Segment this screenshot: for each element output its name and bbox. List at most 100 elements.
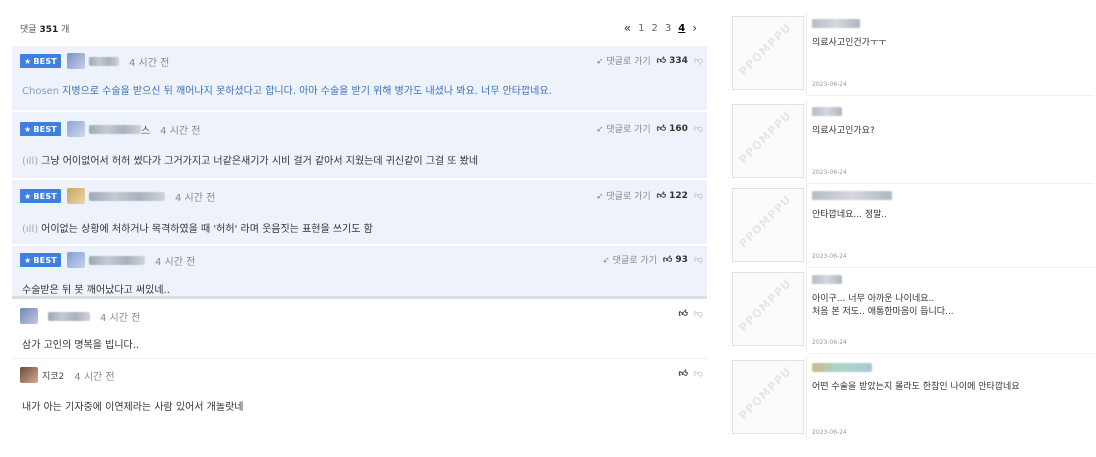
downvote-button[interactable]: 👎︎ — [694, 309, 703, 319]
nickname — [812, 107, 842, 116]
side-comment-list: PPOMPPU 의료사고인건가ㅜㅜ 2023-06-24 PPOMPPU 의료사… — [728, 8, 1094, 448]
reply-link[interactable]: ➶ 댓글로 가기 — [596, 54, 651, 67]
side-comment[interactable]: PPOMPPU 안타깝네요... 정말.. 2023-06-24 — [728, 184, 1094, 268]
reply-link[interactable]: ➶ 댓글로 가기 — [596, 189, 651, 202]
comment-time: 4 시간 전 — [154, 256, 196, 268]
downvote-button[interactable]: 👎︎ — [694, 191, 703, 201]
comment: 지코2 4 시간 전 👍︎ 👎︎ 내가 아는 기자중에 이연제라는 사람 있어서… — [12, 360, 707, 424]
comment-time: 4 시간 전 — [128, 57, 170, 69]
thumbs-down-icon: 👎︎ — [693, 55, 703, 66]
side-comment[interactable]: PPOMPPU 의료사고인건가ㅜㅜ 2023-06-24 — [728, 12, 1094, 96]
thumbnail[interactable]: PPOMPPU — [732, 272, 804, 346]
upvote-button[interactable]: 👍︎ 93 — [663, 255, 688, 265]
comment: 4 시간 전 👍︎ 👎︎ 삼가 고인의 명복을 빕니다.. — [12, 302, 707, 359]
side-comment[interactable]: PPOMPPU 아이구... 너무 아까운 나이네요.. 처음 본 저도.. 애… — [728, 268, 1094, 354]
side-comment-date: 2023-06-24 — [812, 429, 847, 436]
nickname[interactable] — [88, 56, 119, 66]
side-comment-date: 2023-06-24 — [812, 81, 847, 88]
thumbs-down-icon: 👎︎ — [693, 190, 703, 201]
thumbs-up-icon: 👍︎ — [656, 55, 667, 66]
comment-text: 삼가 고인의 명복을 빕니다.. — [22, 340, 140, 351]
downvote-button[interactable]: 👎︎ — [694, 56, 703, 66]
side-comment[interactable]: PPOMPPU 어떤 수술을 받았는지 몰라도 한참인 나이에 안타깝네요 20… — [728, 356, 1094, 444]
page-link-current[interactable]: 4 — [678, 23, 685, 34]
comment-count: 댓글 351 개 — [20, 25, 70, 35]
side-comment-date: 2023-06-24 — [812, 253, 847, 260]
upvote-button[interactable]: 👍︎ — [678, 369, 687, 379]
side-comment-date: 2023-06-24 — [812, 339, 847, 346]
thumbs-up-icon: 👍︎ — [656, 123, 667, 134]
nickname[interactable] — [88, 255, 145, 265]
comment-text: (ıll) 그냥 어이없어서 허허 썼다가 그거가지고 너같은새기가 시비 걸거 … — [22, 156, 479, 167]
comment-time: 4 시간 전 — [74, 371, 115, 383]
arrow-icon: ➶ — [602, 256, 610, 266]
thumbs-up-icon: 👍︎ — [678, 309, 688, 319]
upvote-button[interactable]: 👍︎ 122 — [657, 191, 688, 201]
comment-count-number: 351 — [39, 25, 59, 35]
nickname[interactable] — [88, 191, 165, 201]
side-comment-text: 어떤 수술을 받았는지 몰라도 한참인 나이에 안타깝네요 — [812, 382, 1020, 392]
comment-time: 4 시간 전 — [100, 312, 141, 324]
upvote-button[interactable]: 👍︎ 334 — [657, 56, 688, 66]
arrow-icon: ➶ — [595, 192, 604, 202]
thumbs-up-icon: 👍︎ — [656, 190, 667, 201]
nickname — [812, 363, 872, 372]
best-badge: ★ BEST — [20, 122, 61, 136]
thumbs-down-icon: 👎︎ — [693, 369, 703, 379]
star-icon: ★ — [24, 56, 32, 66]
comment-text: Chosen 지병으로 수술을 받으신 뒤 깨어나지 못하셨다고 합니다. 아마 … — [22, 86, 552, 97]
arrow-icon: ➶ — [595, 57, 604, 67]
page-link-1[interactable]: 1 — [638, 23, 644, 34]
reply-link[interactable]: ➶ 댓글로 가기 — [596, 122, 651, 135]
nickname[interactable]: 지코2 — [42, 369, 64, 382]
nickname — [812, 19, 860, 28]
page-link-3[interactable]: 3 — [665, 23, 671, 34]
comment-time: 4 시간 전 — [174, 192, 216, 204]
best-badge: ★ BEST — [20, 54, 61, 68]
best-comment: ★ BEST 4 시간 전 ➶ 댓글로 가기 👍︎ 122 👎︎ (ıll) 어이없는… — [12, 180, 707, 244]
star-icon: ★ — [24, 124, 32, 134]
best-badge: ★ BEST — [20, 253, 61, 267]
nickname[interactable] — [48, 311, 90, 321]
avatar[interactable] — [66, 53, 85, 69]
pagination: « 1 2 3 4 › — [624, 21, 697, 35]
comment-time: 4 시간 전 — [160, 125, 201, 137]
thumbs-down-icon: 👎︎ — [693, 309, 703, 319]
side-comment-date: 2023-06-24 — [812, 169, 847, 176]
thumbnail[interactable]: PPOMPPU — [732, 360, 804, 434]
nickname — [812, 275, 842, 284]
avatar[interactable] — [66, 188, 85, 204]
thumbnail[interactable]: PPOMPPU — [732, 188, 804, 262]
comment-count-bar: 댓글 351 개 « 1 2 3 4 › — [12, 16, 707, 42]
downvote-button[interactable]: 👎︎ — [694, 255, 703, 265]
page-link-2[interactable]: 2 — [651, 23, 657, 34]
star-icon: ★ — [24, 191, 32, 201]
prev-page-button[interactable]: « — [624, 21, 631, 35]
nickname — [812, 191, 892, 200]
side-comment-text: 의료사고인가요? — [812, 126, 875, 136]
comment-text: (ıll) 어이없는 상황에 처하거나 목격하였을 때 '허허' 라며 웃음짓는 … — [22, 224, 373, 235]
side-comment-text: 안타깝네요... 정말.. — [812, 210, 888, 220]
upvote-button[interactable]: 👍︎ — [678, 309, 687, 319]
avatar[interactable] — [66, 252, 85, 268]
upvote-button[interactable]: 👍︎ 160 — [657, 124, 688, 134]
thumbs-up-icon: 👍︎ — [662, 254, 673, 265]
reply-link[interactable]: ➶ 댓글로 가기 — [602, 253, 657, 266]
comment-section: 댓글 351 개 « 1 2 3 4 › ★ BEST 4 시간 전 ➶ 댓글로 … — [12, 16, 707, 436]
side-comment[interactable]: PPOMPPU 의료사고인가요? 2023-06-24 — [728, 100, 1094, 184]
avatar[interactable] — [20, 367, 38, 383]
downvote-button[interactable]: 👎︎ — [694, 369, 703, 379]
thumbnail[interactable]: PPOMPPU — [732, 16, 804, 90]
best-badge: ★ BEST — [20, 189, 61, 203]
best-comment: ★ BEST 4 시간 전 ➶ 댓글로 가기 👍︎ 334 👎︎ Chosen 지병으… — [12, 46, 707, 110]
next-page-button[interactable]: › — [692, 21, 697, 35]
downvote-button[interactable]: 👎︎ — [694, 124, 703, 134]
side-comment-text: 아이구... 너무 아까운 나이네요.. 처음 본 저도.. 애통한마음이 듭니… — [812, 294, 954, 317]
thumbnail[interactable]: PPOMPPU — [732, 104, 804, 178]
avatar[interactable] — [20, 308, 38, 324]
nickname[interactable] — [88, 124, 141, 134]
star-icon: ★ — [24, 255, 32, 265]
avatar[interactable] — [66, 121, 85, 137]
arrow-icon: ➶ — [595, 125, 604, 135]
thumbs-down-icon: 👎︎ — [693, 123, 703, 134]
